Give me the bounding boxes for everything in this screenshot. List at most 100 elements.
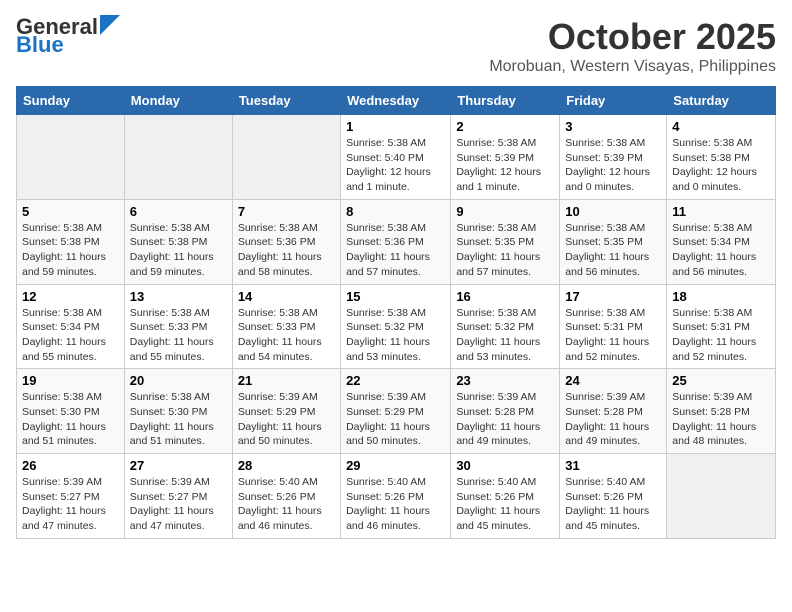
day-info: Sunrise: 5:38 AMSunset: 5:39 PMDaylight:…: [456, 136, 554, 195]
day-number: 2: [456, 119, 554, 134]
calendar-cell: 20Sunrise: 5:38 AMSunset: 5:30 PMDayligh…: [124, 369, 232, 454]
title-block: October 2025 Morobuan, Western Visayas, …: [489, 16, 776, 76]
calendar-cell: 9Sunrise: 5:38 AMSunset: 5:35 PMDaylight…: [451, 199, 560, 284]
day-info: Sunrise: 5:38 AMSunset: 5:30 PMDaylight:…: [130, 390, 227, 449]
day-number: 12: [22, 289, 119, 304]
calendar-cell: 14Sunrise: 5:38 AMSunset: 5:33 PMDayligh…: [232, 284, 340, 369]
day-number: 19: [22, 373, 119, 388]
page-header: General Blue October 2025 Morobuan, West…: [16, 16, 776, 76]
header-cell-wednesday: Wednesday: [341, 87, 451, 115]
day-number: 18: [672, 289, 770, 304]
calendar-cell: 12 Sunrise: 5:38 AMSunset: 5:34 PMDayligh…: [17, 284, 125, 369]
day-number: 30: [456, 458, 554, 473]
day-info: Sunrise: 5:39 AMSunset: 5:28 PMDaylight:…: [565, 390, 661, 449]
header-cell-monday: Monday: [124, 87, 232, 115]
calendar-cell: 16Sunrise: 5:38 AMSunset: 5:32 PMDayligh…: [451, 284, 560, 369]
calendar-cell: 28 Sunrise: 5:40 AMSunset: 5:26 PMDayligh…: [232, 454, 340, 539]
month-title: October 2025: [489, 16, 776, 58]
day-info: Sunrise: 5:38 AMSunset: 5:36 PMDaylight:…: [346, 221, 445, 280]
day-info: Sunrise: 5:38 AMSunset: 5:40 PMDaylight:…: [346, 136, 445, 195]
calendar-table: SundayMondayTuesdayWednesdayThursdayFrid…: [16, 86, 776, 539]
day-info: Sunrise: 5:38 AMSunset: 5:38 PMDaylight:…: [130, 221, 227, 280]
day-number: 13: [130, 289, 227, 304]
day-number: 9: [456, 204, 554, 219]
day-number: 24: [565, 373, 661, 388]
header-cell-friday: Friday: [560, 87, 667, 115]
day-number: 21: [238, 373, 335, 388]
calendar-cell: 6 Sunrise: 5:38 AMSunset: 5:38 PMDaylight…: [124, 199, 232, 284]
day-info: Sunrise: 5:38 AMSunset: 5:38 PMDaylight:…: [22, 221, 119, 280]
day-info: Sunrise: 5:40 AMSunset: 5:26 PMDaylight:…: [346, 475, 445, 534]
calendar-week-2: 5 Sunrise: 5:38 AMSunset: 5:38 PMDaylight…: [17, 199, 776, 284]
calendar-cell: 8Sunrise: 5:38 AMSunset: 5:36 PMDaylight…: [341, 199, 451, 284]
day-number: 10: [565, 204, 661, 219]
day-info: Sunrise: 5:38 AMSunset: 5:36 PMDaylight:…: [238, 221, 335, 280]
day-info: Sunrise: 5:38 AMSunset: 5:38 PMDaylight:…: [672, 136, 770, 195]
header-cell-sunday: Sunday: [17, 87, 125, 115]
day-number: 26: [22, 458, 119, 473]
day-number: 7: [238, 204, 335, 219]
day-info: Sunrise: 5:39 AMSunset: 5:28 PMDaylight:…: [672, 390, 770, 449]
calendar-cell: [667, 454, 776, 539]
day-number: 25: [672, 373, 770, 388]
day-number: 22: [346, 373, 445, 388]
day-info: Sunrise: 5:39 AMSunset: 5:28 PMDaylight:…: [456, 390, 554, 449]
calendar-cell: 5 Sunrise: 5:38 AMSunset: 5:38 PMDaylight…: [17, 199, 125, 284]
calendar-cell: 19 Sunrise: 5:38 AMSunset: 5:30 PMDayligh…: [17, 369, 125, 454]
day-info: Sunrise: 5:38 AMSunset: 5:33 PMDaylight:…: [130, 306, 227, 365]
day-number: 14: [238, 289, 335, 304]
calendar-cell: [124, 115, 232, 200]
calendar-cell: 13 Sunrise: 5:38 AMSunset: 5:33 PMDayligh…: [124, 284, 232, 369]
day-number: 16: [456, 289, 554, 304]
calendar-week-5: 26 Sunrise: 5:39 AMSunset: 5:27 PMDayligh…: [17, 454, 776, 539]
day-number: 28: [238, 458, 335, 473]
day-info: Sunrise: 5:38 AMSunset: 5:35 PMDaylight:…: [565, 221, 661, 280]
header-cell-saturday: Saturday: [667, 87, 776, 115]
calendar-cell: 25 Sunrise: 5:39 AMSunset: 5:28 PMDayligh…: [667, 369, 776, 454]
logo-icon: [100, 15, 120, 35]
calendar-cell: 31Sunrise: 5:40 AMSunset: 5:26 PMDayligh…: [560, 454, 667, 539]
day-number: 17: [565, 289, 661, 304]
day-number: 31: [565, 458, 661, 473]
location-subtitle: Morobuan, Western Visayas, Philippines: [489, 58, 776, 76]
day-info: Sunrise: 5:38 AMSunset: 5:32 PMDaylight:…: [346, 306, 445, 365]
day-info: Sunrise: 5:38 AMSunset: 5:34 PMDaylight:…: [672, 221, 770, 280]
calendar-cell: 3Sunrise: 5:38 AMSunset: 5:39 PMDaylight…: [560, 115, 667, 200]
day-number: 29: [346, 458, 445, 473]
day-number: 5: [22, 204, 119, 219]
calendar-cell: 24 Sunrise: 5:39 AMSunset: 5:28 PMDayligh…: [560, 369, 667, 454]
calendar-cell: 4 Sunrise: 5:38 AMSunset: 5:38 PMDaylight…: [667, 115, 776, 200]
day-info: Sunrise: 5:39 AMSunset: 5:27 PMDaylight:…: [22, 475, 119, 534]
logo: General Blue: [16, 16, 120, 56]
day-info: Sunrise: 5:38 AMSunset: 5:30 PMDaylight:…: [22, 390, 119, 449]
calendar-cell: 17 Sunrise: 5:38 AMSunset: 5:31 PMDayligh…: [560, 284, 667, 369]
day-number: 4: [672, 119, 770, 134]
calendar-cell: 21Sunrise: 5:39 AMSunset: 5:29 PMDayligh…: [232, 369, 340, 454]
day-info: Sunrise: 5:40 AMSunset: 5:26 PMDaylight:…: [238, 475, 335, 534]
day-info: Sunrise: 5:38 AMSunset: 5:39 PMDaylight:…: [565, 136, 661, 195]
day-info: Sunrise: 5:38 AMSunset: 5:31 PMDaylight:…: [565, 306, 661, 365]
day-number: 11: [672, 204, 770, 219]
day-info: Sunrise: 5:40 AMSunset: 5:26 PMDaylight:…: [456, 475, 554, 534]
day-info: Sunrise: 5:39 AMSunset: 5:29 PMDaylight:…: [346, 390, 445, 449]
calendar-cell: 27Sunrise: 5:39 AMSunset: 5:27 PMDayligh…: [124, 454, 232, 539]
header-cell-tuesday: Tuesday: [232, 87, 340, 115]
header-cell-thursday: Thursday: [451, 87, 560, 115]
calendar-cell: 22 Sunrise: 5:39 AMSunset: 5:29 PMDayligh…: [341, 369, 451, 454]
day-number: 6: [130, 204, 227, 219]
calendar-cell: 29 Sunrise: 5:40 AMSunset: 5:26 PMDayligh…: [341, 454, 451, 539]
day-info: Sunrise: 5:39 AMSunset: 5:27 PMDaylight:…: [130, 475, 227, 534]
calendar-body: 1 Sunrise: 5:38 AMSunset: 5:40 PMDaylight…: [17, 115, 776, 539]
calendar-week-3: 12 Sunrise: 5:38 AMSunset: 5:34 PMDayligh…: [17, 284, 776, 369]
calendar-cell: 11 Sunrise: 5:38 AMSunset: 5:34 PMDayligh…: [667, 199, 776, 284]
day-number: 23: [456, 373, 554, 388]
calendar-cell: [232, 115, 340, 200]
calendar-week-4: 19 Sunrise: 5:38 AMSunset: 5:30 PMDayligh…: [17, 369, 776, 454]
day-number: 1: [346, 119, 445, 134]
day-info: Sunrise: 5:38 AMSunset: 5:34 PMDaylight:…: [22, 306, 119, 365]
calendar-cell: 7 Sunrise: 5:38 AMSunset: 5:36 PMDaylight…: [232, 199, 340, 284]
calendar-cell: 15Sunrise: 5:38 AMSunset: 5:32 PMDayligh…: [341, 284, 451, 369]
calendar-week-1: 1 Sunrise: 5:38 AMSunset: 5:40 PMDaylight…: [17, 115, 776, 200]
calendar-cell: [17, 115, 125, 200]
calendar-cell: 10 Sunrise: 5:38 AMSunset: 5:35 PMDayligh…: [560, 199, 667, 284]
